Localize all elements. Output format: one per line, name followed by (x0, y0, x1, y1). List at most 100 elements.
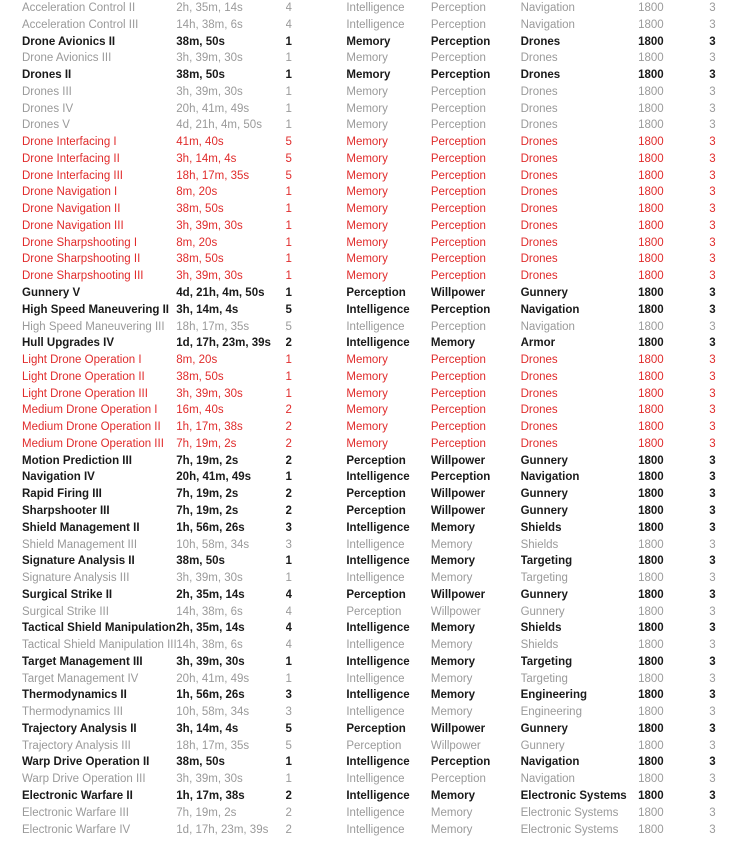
cell-level: 3 (709, 504, 716, 517)
cell-time: 2h, 35m, 14s (176, 622, 245, 635)
cell-name: Warp Drive Operation III (22, 773, 146, 786)
table-row[interactable]: Gunnery V 4d, 21h, 4m, 50s 1 Perception Will… (0, 285, 734, 302)
table-row[interactable]: Drone Sharpshooting II 38m, 50s 1 Memory Per… (0, 251, 734, 268)
table-row[interactable]: Trajectory Analysis II 3h, 14m, 4s 5 Percep… (0, 721, 734, 738)
cell-level: 3 (709, 471, 716, 484)
table-row[interactable]: Navigation IV 20h, 41m, 49s 1 Intelligence P… (0, 469, 734, 486)
cell-level: 3 (709, 236, 716, 249)
cell-rank: 1 (285, 387, 292, 400)
table-row[interactable]: Drones IV 20h, 41m, 49s 1 Memory Perception D… (0, 101, 734, 118)
cell-group: Gunnery (520, 488, 568, 501)
table-row[interactable]: Medium Drone Operation III 7h, 19m, 2s 2 Me… (0, 436, 734, 453)
table-row[interactable]: Tactical Shield Manipulation III 14h, 38m… (0, 637, 734, 654)
cell-time: 20h, 41m, 49s (176, 471, 252, 484)
table-row[interactable]: Warp Drive Operation II 38m, 50s 1 Intellig… (0, 754, 734, 771)
table-row[interactable]: Tactical Shield Manipulation II 2h, 35m, … (0, 620, 734, 637)
table-row[interactable]: Drone Interfacing II 3h, 14m, 4s 5 Memory Pe… (0, 151, 734, 168)
cell-level: 3 (709, 538, 716, 551)
table-row[interactable]: High Speed Maneuvering II 3h, 14m, 4s 5 Int… (0, 302, 734, 319)
table-row[interactable]: Drone Avionics II 38m, 50s 1 Memory Percepti… (0, 34, 734, 51)
cell-time: 3h, 39m, 30s (176, 270, 243, 283)
table-row[interactable]: Drone Navigation II 38m, 50s 1 Memory Percep… (0, 201, 734, 218)
table-row[interactable]: Signature Analysis III 3h, 39m, 30s 1 Intel… (0, 570, 734, 587)
cell-name: Drone Navigation I (22, 186, 118, 199)
table-row[interactable]: Electronic Warfare II 1h, 17m, 38s 2 Intell… (0, 788, 734, 805)
cell-time: 7h, 19m, 2s (176, 504, 239, 517)
table-row[interactable]: Drones II 38m, 50s 1 Memory Perception Drones… (0, 67, 734, 84)
cell-time: 3h, 39m, 30s (176, 219, 243, 232)
cell-sp: 1800 (638, 706, 664, 719)
table-row[interactable]: Drone Sharpshooting III 3h, 39m, 30s 1 Memo… (0, 268, 734, 285)
table-row[interactable]: Drone Navigation III 3h, 39m, 30s 1 Memory P… (0, 218, 734, 235)
cell-time: 10h, 58m, 34s (176, 538, 250, 551)
table-row[interactable]: Drones III 3h, 39m, 30s 1 Memory Perception D… (0, 84, 734, 101)
table-row[interactable]: Electronic Warfare III 7h, 19m, 2s 2 Intell… (0, 805, 734, 822)
cell-time: 4d, 21h, 4m, 50s (176, 287, 265, 300)
cell-secondary: Perception (430, 303, 491, 316)
table-row[interactable]: Thermodynamics III 10h, 58m, 34s 3 Intellig… (0, 704, 734, 721)
table-row[interactable]: Surgical Strike II 2h, 35m, 14s 4 Perceptio… (0, 587, 734, 604)
cell-name: Light Drone Operation II (22, 370, 145, 383)
cell-sp: 1800 (638, 203, 664, 216)
cell-primary: Memory (346, 421, 388, 434)
cell-name: Shield Management II (22, 521, 140, 534)
table-row[interactable]: Electronic Warfare IV 1d, 17h, 23m, 39s 2 I… (0, 822, 734, 839)
table-row[interactable]: Light Drone Operation I 8m, 20s 1 Memory Per… (0, 352, 734, 369)
table-row[interactable]: Rapid Firing III 7h, 19m, 2s 2 Perception Wi… (0, 486, 734, 503)
table-row[interactable]: Acceleration Control III 14h, 38m, 6s 4 Int… (0, 17, 734, 34)
cell-primary: Intelligence (346, 555, 410, 568)
cell-primary: Memory (346, 85, 388, 98)
table-row[interactable]: Drone Avionics III 3h, 39m, 30s 1 Memory Per… (0, 50, 734, 67)
table-row[interactable]: Drone Interfacing I 41m, 40s 5 Memory Percep… (0, 134, 734, 151)
table-row[interactable]: Drones V 4d, 21h, 4m, 50s 1 Memory Perceptio… (0, 117, 734, 134)
cell-name: Gunnery V (22, 287, 81, 300)
cell-secondary: Memory (430, 672, 473, 685)
cell-primary: Intelligence (346, 572, 405, 585)
table-row[interactable]: Light Drone Operation III 3h, 39m, 30s 1 Me… (0, 386, 734, 403)
cell-time: 7h, 19m, 2s (176, 806, 237, 819)
table-row[interactable]: Medium Drone Operation II 1h, 17m, 38s 2 Me… (0, 419, 734, 436)
cell-group: Gunnery (520, 454, 568, 467)
cell-level: 3 (709, 605, 716, 618)
cell-rank: 1 (285, 287, 292, 300)
table-row[interactable]: Shield Management III 10h, 58m, 34s 3 Intel… (0, 537, 734, 554)
cell-time: 2h, 35m, 14s (176, 588, 245, 601)
cell-primary: Memory (346, 354, 388, 367)
cell-name: Trajectory Analysis II (22, 722, 137, 735)
cell-level: 3 (709, 69, 716, 82)
cell-time: 3h, 39m, 30s (176, 572, 243, 585)
table-row[interactable]: Thermodynamics II 1h, 56m, 26s 3 Intelligen… (0, 687, 734, 704)
cell-level: 3 (709, 102, 716, 115)
table-row[interactable]: Drone Sharpshooting I 8m, 20s 1 Memory Perce… (0, 235, 734, 252)
cell-group: Gunnery (520, 588, 568, 601)
cell-level: 3 (709, 387, 716, 400)
table-row[interactable]: Shield Management II 1h, 56m, 26s 3 Intelli… (0, 520, 734, 537)
cell-name: Medium Drone Operation II (22, 421, 161, 434)
cell-name: Drone Interfacing II (22, 152, 120, 165)
cell-group: Drones (520, 136, 558, 149)
cell-group: Armor (520, 337, 556, 350)
cell-primary: Intelligence (346, 538, 405, 551)
table-row[interactable]: Surgical Strike III 14h, 38m, 6s 4 Percepti… (0, 604, 734, 621)
table-row[interactable]: Trajectory Analysis III 18h, 17m, 35s 5 Per… (0, 738, 734, 755)
table-row[interactable]: Motion Prediction III 7h, 19m, 2s 2 Percept… (0, 453, 734, 470)
cell-primary: Intelligence (346, 18, 405, 31)
table-row[interactable]: Drone Navigation I 8m, 20s 1 Memory Percepti… (0, 184, 734, 201)
table-row[interactable]: Hull Upgrades IV 1d, 17h, 23m, 39s 2 Intell… (0, 335, 734, 352)
skill-plan-table[interactable]: Acceleration Control II 2h, 35m, 14s 4 Inte… (0, 0, 734, 838)
table-row[interactable]: Acceleration Control II 2h, 35m, 14s 4 Inte… (0, 0, 734, 17)
table-row[interactable]: Target Management III 3h, 39m, 30s 1 Intell… (0, 654, 734, 671)
cell-level: 3 (709, 169, 716, 182)
cell-group: Navigation (520, 18, 575, 31)
table-row[interactable]: Medium Drone Operation I 16m, 40s 2 Memory P… (0, 402, 734, 419)
table-row[interactable]: Signature Analysis II 38m, 50s 1 Intelligen… (0, 553, 734, 570)
cell-rank: 4 (285, 622, 292, 635)
cell-time: 14h, 38m, 6s (176, 605, 243, 618)
table-row[interactable]: Sharpshooter III 7h, 19m, 2s 2 Perception Wi… (0, 503, 734, 520)
cell-rank: 3 (285, 689, 292, 702)
table-row[interactable]: Drone Interfacing III 18h, 17m, 35s 5 Memor… (0, 168, 734, 185)
table-row[interactable]: High Speed Maneuvering III 18h, 17m, 35s 5… (0, 319, 734, 336)
table-row[interactable]: Target Management IV 20h, 41m, 49s 1 Intell… (0, 671, 734, 688)
table-row[interactable]: Light Drone Operation II 38m, 50s 1 Memory P… (0, 369, 734, 386)
table-row[interactable]: Warp Drive Operation III 3h, 39m, 30s 1 Int… (0, 771, 734, 788)
